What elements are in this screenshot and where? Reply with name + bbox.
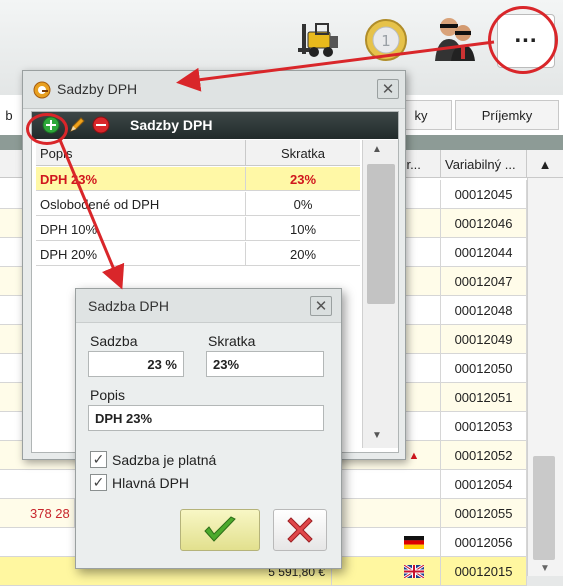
arrow-add-to-dialog bbox=[58, 139, 125, 290]
arrow-more-to-window bbox=[176, 40, 495, 92]
annotation-arrows bbox=[58, 40, 495, 290]
